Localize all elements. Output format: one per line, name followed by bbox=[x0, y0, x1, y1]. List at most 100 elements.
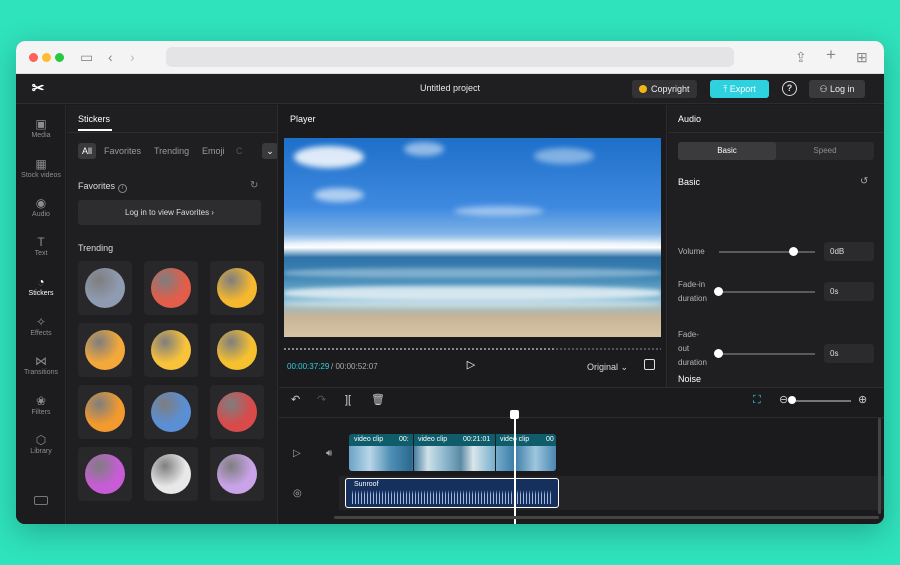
fade-in-value[interactable]: 0s bbox=[824, 282, 874, 301]
keyboard-shortcuts-icon[interactable] bbox=[34, 496, 48, 505]
tab-emoji[interactable]: Emoji bbox=[202, 143, 225, 159]
calendar-hand-sticker[interactable] bbox=[210, 385, 264, 439]
clip-thumbnails bbox=[349, 446, 556, 471]
surf-line bbox=[284, 300, 661, 308]
stock-videos-icon: ▦ bbox=[35, 157, 47, 171]
split-icon[interactable]: ][ bbox=[345, 393, 351, 407]
volume-value[interactable]: 0dB bbox=[824, 242, 874, 261]
zoom-in-icon[interactable]: ⊕ bbox=[858, 393, 867, 407]
rain-cloud-sticker[interactable] bbox=[78, 261, 132, 315]
fade-out-value[interactable]: 0s bbox=[824, 344, 874, 363]
auto-snap-icon[interactable]: ⛶ bbox=[753, 393, 761, 407]
hearts-sticker[interactable] bbox=[210, 447, 264, 501]
filters-icon: ❀ bbox=[35, 394, 47, 408]
megaphone-sticker[interactable] bbox=[144, 447, 198, 501]
login-to-view-favorites-button[interactable]: Log in to view Favorites › bbox=[78, 200, 261, 225]
delete-icon[interactable]: 🗑 bbox=[371, 393, 385, 407]
app-header: ✂ Untitled project Copyright ⤒ Export ? … bbox=[16, 74, 884, 104]
zoom-out-icon[interactable]: ⊖ bbox=[779, 393, 788, 407]
fade-in-slider-thumb[interactable] bbox=[714, 287, 723, 296]
browser-toolbar: ▭ ‹ › ⇪ + ⊞ bbox=[16, 41, 884, 74]
scrub-progress bbox=[284, 348, 556, 350]
nav-library[interactable]: ⬡ Library bbox=[16, 433, 66, 455]
tab-more-categories[interactable]: C bbox=[236, 143, 243, 159]
video-preview[interactable] bbox=[284, 138, 661, 337]
fade-out-slider[interactable] bbox=[719, 353, 815, 355]
playhead-handle[interactable] bbox=[510, 410, 519, 419]
nav-filters[interactable]: ❀ Filters bbox=[16, 394, 66, 416]
clip-time: 00:21:01 bbox=[463, 436, 491, 443]
address-bar[interactable] bbox=[166, 47, 734, 67]
timeline-vertical-scrollbar[interactable] bbox=[878, 418, 881, 514]
mute-track-icon[interactable]: 🔊︎ bbox=[326, 448, 332, 460]
chevron-down-icon[interactable]: ⌄ bbox=[262, 143, 277, 159]
tab-trending[interactable]: Trending bbox=[154, 143, 189, 159]
share-icon[interactable]: ⇪ bbox=[795, 49, 807, 65]
fade-in-slider[interactable] bbox=[719, 291, 815, 293]
cloud bbox=[314, 188, 364, 202]
smiling-sun-sticker-art bbox=[217, 268, 257, 308]
minimize-window-button[interactable] bbox=[42, 53, 51, 62]
nav-effects[interactable]: ✧ Effects bbox=[16, 315, 66, 337]
party-popper-sticker[interactable] bbox=[78, 447, 132, 501]
new-tab-icon[interactable]: + bbox=[826, 46, 836, 63]
video-track[interactable]: video clip 00: video clip 00:21:01 video… bbox=[349, 434, 556, 471]
fade-out-slider-thumb[interactable] bbox=[714, 349, 723, 358]
video-window-sticker-art bbox=[151, 392, 191, 432]
nav-stock-videos[interactable]: ▦ Stock videos bbox=[16, 157, 66, 179]
fullscreen-icon[interactable] bbox=[644, 359, 655, 370]
text-icon: T bbox=[37, 235, 45, 249]
timeline-ruler[interactable] bbox=[279, 412, 884, 418]
winking-tongue-sticker[interactable] bbox=[210, 323, 264, 377]
nav-audio[interactable]: ◉ Audio bbox=[16, 196, 66, 218]
play-icon[interactable]: ▷ bbox=[464, 358, 478, 372]
close-window-button[interactable] bbox=[29, 53, 38, 62]
tab-favorites[interactable]: Favorites bbox=[104, 143, 141, 159]
volume-slider-thumb[interactable] bbox=[788, 247, 798, 256]
laughing-tears-sticker[interactable] bbox=[144, 323, 198, 377]
fade-in-label: Fade-in duration bbox=[678, 280, 707, 303]
video-window-sticker[interactable] bbox=[144, 385, 198, 439]
refresh-icon[interactable]: ↻ bbox=[250, 180, 258, 191]
copyright-label: Copyright bbox=[651, 84, 690, 94]
nav-text[interactable]: T Text bbox=[16, 235, 66, 257]
timeline-horizontal-scrollbar[interactable] bbox=[334, 516, 879, 519]
transitions-icon: ⋈ bbox=[35, 354, 47, 368]
login-button[interactable]: ⚇ Log in bbox=[809, 80, 865, 98]
aspect-ratio-select[interactable]: Original ⌄ bbox=[587, 362, 628, 373]
clip-divider bbox=[495, 434, 496, 471]
export-label: Export bbox=[729, 84, 756, 94]
tab-basic[interactable]: Basic bbox=[678, 142, 776, 160]
undo-icon[interactable]: ↶ bbox=[291, 393, 300, 407]
stickers-title: Stickers bbox=[78, 114, 111, 124]
playhead[interactable] bbox=[514, 410, 516, 524]
copyright-button[interactable]: Copyright bbox=[632, 80, 697, 98]
angry-face-sticker[interactable] bbox=[78, 385, 132, 439]
volume-slider[interactable] bbox=[719, 251, 815, 253]
nav-media[interactable]: ▣ Media bbox=[16, 117, 66, 139]
tab-all[interactable]: All bbox=[78, 143, 97, 159]
tab-speed[interactable]: Speed bbox=[776, 142, 874, 160]
angry-cloud-sticker[interactable] bbox=[144, 261, 198, 315]
audio-panel: Audio Basic Speed Basic ↺ Volume 0dB Fad… bbox=[668, 105, 884, 399]
audio-clip[interactable]: Sunroof bbox=[345, 478, 559, 508]
surf-line bbox=[284, 268, 661, 278]
nav-stock-videos-label: Stock videos bbox=[21, 172, 61, 179]
nav-transitions[interactable]: ⋈ Transitions bbox=[16, 354, 66, 376]
tab-overview-icon[interactable]: ⊞ bbox=[856, 49, 868, 65]
timeline-zoom-thumb[interactable] bbox=[788, 396, 796, 404]
heart-eyes-sticker[interactable] bbox=[78, 323, 132, 377]
reset-icon[interactable]: ↺ bbox=[860, 176, 868, 187]
zoom-window-button[interactable] bbox=[55, 53, 64, 62]
forward-icon[interactable]: › bbox=[130, 49, 135, 65]
export-button[interactable]: ⤒ Export bbox=[710, 80, 769, 98]
smiling-sun-sticker[interactable] bbox=[210, 261, 264, 315]
help-icon[interactable]: ? bbox=[782, 81, 797, 96]
timeline-zoom-slider[interactable] bbox=[789, 400, 851, 402]
info-icon[interactable]: i bbox=[118, 184, 128, 193]
back-icon[interactable]: ‹ bbox=[108, 49, 113, 65]
media-icon: ▣ bbox=[35, 117, 47, 131]
nav-stickers[interactable]: ◔ Stickers bbox=[16, 275, 66, 297]
redo-icon[interactable]: ↷ bbox=[317, 393, 326, 407]
sidebar-toggle-icon[interactable]: ▭ bbox=[80, 49, 93, 65]
